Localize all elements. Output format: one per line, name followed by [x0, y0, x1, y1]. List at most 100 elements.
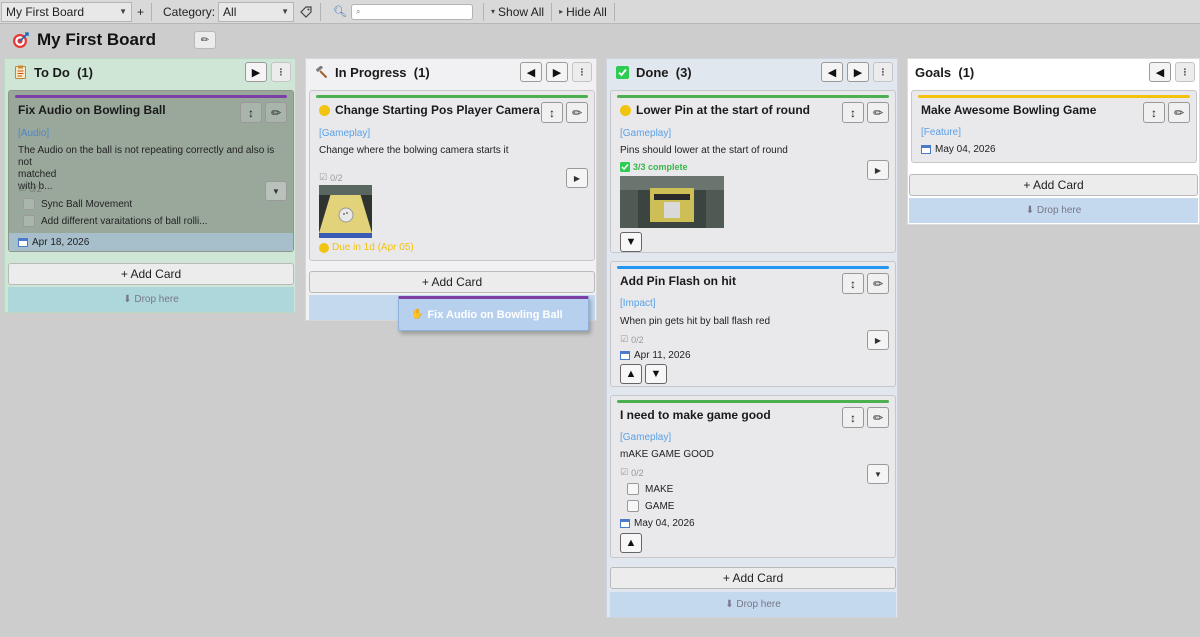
card-fix-audio[interactable]: Fix Audio on Bowling Ball ↕ ✏ [Audio] Th…: [8, 90, 294, 252]
column-header: Goals (1) ◀ ⋮: [908, 59, 1199, 85]
more-vertical-icon: ⋮: [577, 66, 587, 77]
move-column-right-button[interactable]: ▶: [847, 62, 869, 82]
checklist-item: Add different varaitations of ball rolli…: [23, 215, 208, 227]
checkbox[interactable]: [627, 483, 639, 495]
column-title: Done (3): [636, 65, 821, 80]
add-card-button[interactable]: + Add Card: [8, 263, 294, 285]
move-card-button[interactable]: ↕: [842, 102, 864, 123]
card-date-text: May 04, 2026: [634, 518, 695, 529]
edit-card-button[interactable]: ✏: [867, 273, 889, 294]
expand-checklist-button[interactable]: ▶: [867, 330, 889, 350]
triangle-down-icon: ▼: [625, 236, 637, 248]
checkbox[interactable]: [23, 215, 35, 227]
column-menu-button[interactable]: ⋮: [271, 62, 291, 82]
move-column-left-button[interactable]: ◀: [1149, 62, 1171, 82]
move-column-left-button[interactable]: ◀: [821, 62, 843, 82]
move-column-right-button[interactable]: ▶: [546, 62, 568, 82]
card-tag: [Audio]: [18, 128, 50, 139]
checkbox[interactable]: [627, 500, 639, 512]
target-icon: [13, 32, 29, 48]
column-menu-button[interactable]: ⋮: [873, 62, 893, 82]
move-card-button[interactable]: ↕: [1143, 102, 1165, 123]
card-title-text: I need to make game good: [620, 408, 771, 422]
column-header: To Do (1) ▶ ⋮: [5, 59, 295, 85]
board-select-value: My First Board: [6, 4, 85, 19]
checklist-progress: ☑ 0/2: [620, 467, 644, 478]
edit-card-button[interactable]: ✏: [867, 102, 889, 123]
card-pin-flash[interactable]: Add Pin Flash on hit ↕ ✏ [Impact] When p…: [610, 261, 896, 387]
triangle-left-icon: ◀: [1155, 66, 1165, 79]
column-buttons: ◀ ▶ ⋮: [821, 62, 893, 82]
triangle-left-icon: ◀: [827, 66, 837, 79]
expand-checklist-button[interactable]: ▶: [566, 168, 588, 188]
drop-zone[interactable]: ⬇ Drop here: [610, 592, 896, 617]
add-board-button[interactable]: +: [132, 5, 149, 19]
move-card-up-button[interactable]: ▲: [620, 533, 642, 553]
move-card-down-button[interactable]: ▼: [620, 232, 642, 252]
move-card-button[interactable]: ↕: [842, 407, 864, 428]
checklist-progress: ☑ 0/2: [620, 334, 644, 345]
card-tag: [Feature]: [921, 127, 962, 138]
move-card-down-button[interactable]: ▼: [645, 364, 667, 384]
edit-card-button[interactable]: ✏: [265, 102, 287, 123]
add-card-label: + Add Card: [1023, 178, 1084, 192]
move-column-left-button[interactable]: ◀: [520, 62, 542, 82]
vertical-arrows-icon: ↕: [850, 276, 856, 291]
checkbox-icon: ☑: [620, 334, 629, 344]
chevron-down-icon: ▼: [119, 7, 127, 16]
show-all-label: Show All: [498, 4, 545, 19]
edit-card-button[interactable]: ✏: [566, 102, 588, 123]
move-card-button[interactable]: ↕: [541, 102, 563, 123]
edit-board-button[interactable]: ✏: [194, 31, 217, 49]
column-buttons: ◀ ▶ ⋮: [520, 62, 592, 82]
checkbox[interactable]: [23, 198, 35, 210]
move-card-button[interactable]: ↕: [240, 102, 262, 123]
category-select[interactable]: All ▼: [218, 1, 295, 22]
move-card-button[interactable]: ↕: [842, 273, 864, 294]
pencil-icon: ✏: [200, 34, 210, 46]
triangle-right-icon: ▶: [874, 165, 882, 175]
card-make-game-good[interactable]: I need to make game good ↕ ✏ [Gameplay] …: [610, 395, 896, 558]
more-vertical-icon: ⋮: [1180, 66, 1190, 77]
card-lower-pin[interactable]: Lower Pin at the start of round ↕ ✏ [Gam…: [610, 90, 896, 253]
add-card-button[interactable]: + Add Card: [309, 271, 595, 293]
card-color-bar: [918, 95, 1190, 98]
board-select[interactable]: My First Board ▼: [1, 1, 132, 22]
column-title-text: To Do: [34, 64, 70, 80]
edit-card-button[interactable]: ✏: [867, 407, 889, 428]
card-tag: [Gameplay]: [620, 128, 672, 139]
drop-zone[interactable]: ⬇ Drop here: [909, 198, 1198, 223]
calendar-icon: [620, 519, 630, 528]
move-column-right-button[interactable]: ▶: [245, 62, 267, 82]
drop-zone[interactable]: ⬇ Drop here: [8, 287, 294, 312]
hide-all-button[interactable]: ▸ Hide All: [554, 5, 612, 19]
add-card-button[interactable]: + Add Card: [909, 174, 1198, 196]
edit-card-button[interactable]: ✏: [1168, 102, 1190, 123]
tag-button[interactable]: [294, 5, 318, 18]
collapse-checklist-button[interactable]: ▼: [265, 181, 287, 201]
divider: [613, 2, 615, 21]
add-card-button[interactable]: + Add Card: [610, 567, 896, 589]
expand-checklist-button[interactable]: ▶: [867, 160, 889, 180]
move-card-up-button[interactable]: ▲: [620, 364, 642, 384]
due-date: Due in 1d (Apr 05): [319, 242, 414, 253]
column-menu-button[interactable]: ⋮: [572, 62, 592, 82]
card-description: mAKE GAME GOOD: [620, 449, 714, 460]
card-tools: ↕ ✏: [1143, 102, 1190, 123]
search-input[interactable]: ⌕: [351, 3, 474, 20]
column-header: Done (3) ◀ ▶ ⋮: [607, 59, 897, 85]
pencil-icon: ✏: [571, 105, 583, 120]
column-menu-button[interactable]: ⋮: [1175, 62, 1195, 82]
card-change-camera[interactable]: Change Starting Pos Player Camera ↕ ✏ [G…: [309, 90, 595, 261]
card-awesome-game[interactable]: Make Awesome Bowling Game ↕ ✏ [Feature] …: [911, 90, 1197, 163]
more-vertical-icon: ⋮: [276, 66, 286, 77]
pencil-icon: ✏: [872, 276, 884, 291]
collapse-checklist-button[interactable]: ▼: [867, 464, 889, 484]
show-all-button[interactable]: ▾ Show All: [486, 5, 549, 19]
triangle-down-icon: ▼: [650, 368, 662, 380]
card-date-text: Apr 11, 2026: [634, 350, 691, 361]
add-card-label: + Add Card: [421, 275, 483, 289]
card-title: Add Pin Flash on hit: [620, 274, 736, 288]
card-date: May 04, 2026: [620, 518, 695, 529]
triangle-up-icon: ▲: [625, 537, 637, 549]
